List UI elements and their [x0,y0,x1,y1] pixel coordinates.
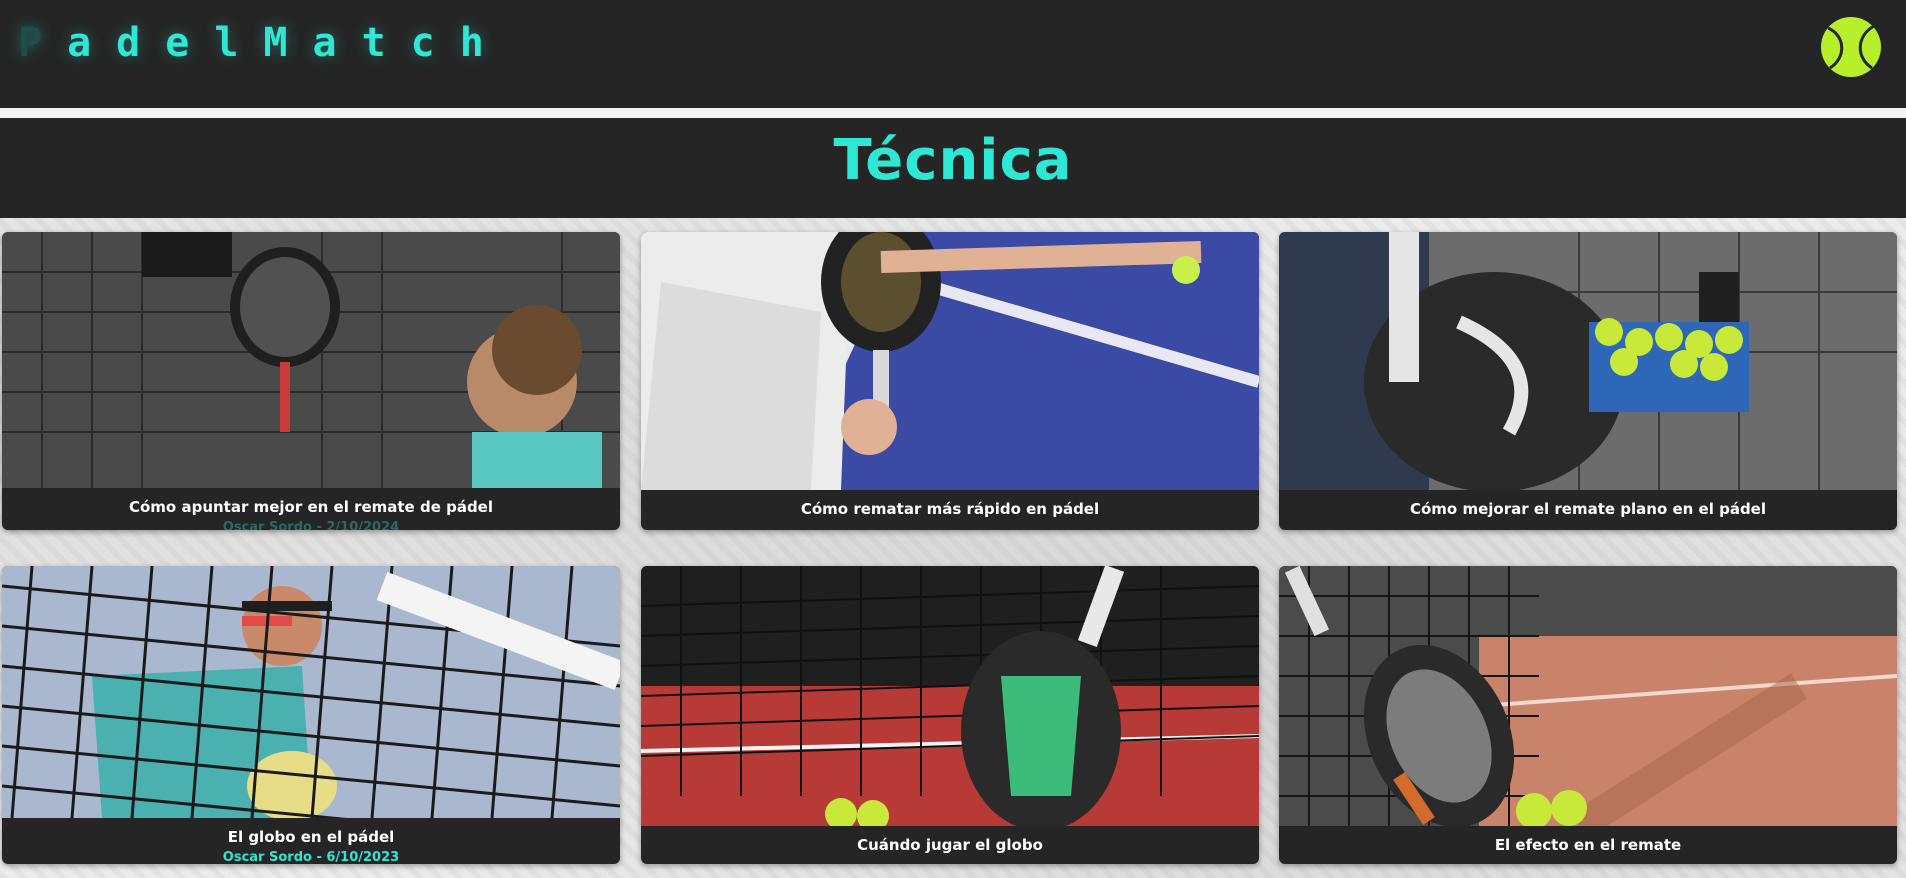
article-meta: Oscar Sordo - 2/10/2024 [222,520,400,530]
article-card[interactable]: Cómo rematar más rápido en pádel [641,232,1259,530]
article-title[interactable]: Cuándo jugar el globo [641,836,1259,854]
article-meta: Oscar Sordo - 6/10/2023 [222,850,400,864]
article-card[interactable]: Cuándo jugar el globo [641,566,1259,864]
article-card[interactable]: Cómo mejorar el remate plano en el pádel [1279,232,1897,530]
article-card[interactable]: El globo en el pádel Oscar Sordo - 6/10/… [2,566,620,864]
article-image [2,566,620,818]
article-card[interactable]: El efecto en el remate [1279,566,1897,864]
article-title[interactable]: Cómo apuntar mejor en el remate de pádel [2,498,620,516]
tennis-ball-icon[interactable] [1820,16,1882,78]
article-image [1279,232,1897,490]
article-title[interactable]: El globo en el pádel [2,828,620,846]
brand-logo-suffix: Match [263,20,509,66]
brand-logo-prefix-rest: adel [67,20,264,66]
article-image [1279,566,1897,826]
article-image [2,232,620,488]
article-card[interactable]: Cómo apuntar mejor en el remate de pádel… [2,232,620,530]
article-title[interactable]: Cómo mejorar el remate plano en el pádel [1279,500,1897,518]
article-image [641,566,1259,826]
article-title[interactable]: El efecto en el remate [1279,836,1897,854]
section-title: Técnica [833,128,1073,193]
brand-logo[interactable]: PadelMatch [18,20,509,66]
brand-logo-prefix-initial: P [18,20,68,66]
article-title[interactable]: Cómo rematar más rápido en pádel [641,500,1259,518]
article-image [641,232,1259,490]
